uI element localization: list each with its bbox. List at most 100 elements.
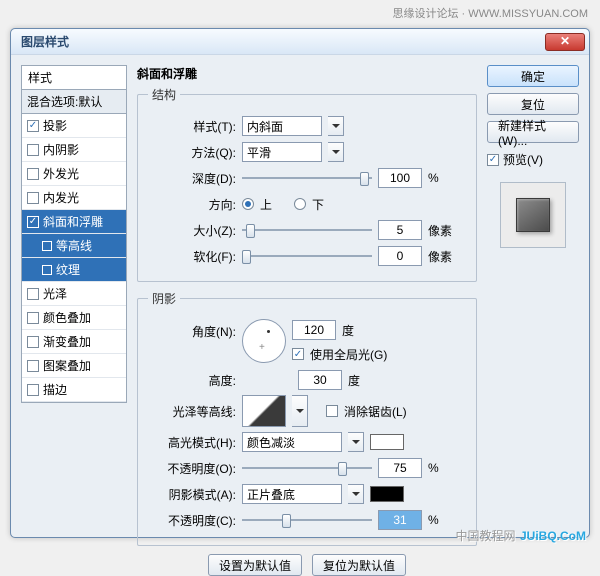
style-checkbox[interactable] [27, 288, 39, 300]
style-select[interactable]: 内斜面 [242, 116, 322, 136]
highlight-color-swatch[interactable] [370, 434, 404, 450]
style-item-1[interactable]: 内阴影 [22, 138, 126, 162]
highlight-mode-select[interactable]: 颜色减淡 [242, 432, 342, 452]
style-checkbox[interactable] [27, 168, 39, 180]
pixel-unit-2: 像素 [428, 248, 452, 265]
settings-panel: 斜面和浮雕 结构 样式(T): 内斜面 方法(Q): 平滑 深度(D): 100 [137, 65, 477, 527]
soften-input[interactable]: 0 [378, 246, 422, 266]
style-checkbox[interactable] [27, 144, 39, 156]
styles-header: 样式 [21, 65, 127, 89]
cancel-button[interactable]: 复位 [487, 93, 579, 115]
sub-icon [42, 241, 52, 251]
percent-unit-3: % [428, 513, 439, 527]
style-item-label: 外发光 [43, 165, 79, 182]
altitude-input[interactable]: 30 [298, 370, 342, 390]
highlight-opacity-slider[interactable] [242, 461, 372, 475]
blend-options-row[interactable]: 混合选项:默认 [22, 90, 126, 114]
style-checkbox[interactable] [27, 312, 39, 324]
style-item-label: 光泽 [43, 285, 67, 302]
gloss-contour-picker[interactable] [242, 395, 286, 427]
angle-input[interactable]: 120 [292, 320, 336, 340]
highlight-opacity-input[interactable]: 75 [378, 458, 422, 478]
style-item-6[interactable]: 纹理 [22, 258, 126, 282]
highlight-mode-dropdown-icon[interactable] [348, 432, 364, 452]
style-item-8[interactable]: 颜色叠加 [22, 306, 126, 330]
sub-icon [42, 265, 52, 275]
style-dropdown-icon[interactable] [328, 116, 344, 136]
shadow-mode-label: 阴影模式(A): [148, 486, 236, 503]
style-checkbox[interactable] [27, 360, 39, 372]
style-item-11[interactable]: 描边 [22, 378, 126, 402]
style-checkbox[interactable] [27, 384, 39, 396]
styles-sidebar: 样式 混合选项:默认 投影内阴影外发光内发光斜面和浮雕等高线纹理光泽颜色叠加渐变… [21, 65, 127, 527]
style-item-0[interactable]: 投影 [22, 114, 126, 138]
style-item-label: 渐变叠加 [43, 333, 91, 350]
close-button[interactable]: ✕ [545, 33, 585, 51]
gloss-dropdown-icon[interactable] [292, 395, 308, 427]
global-light-checkbox[interactable] [292, 348, 304, 360]
style-item-label: 内阴影 [43, 141, 79, 158]
shadow-mode-select[interactable]: 正片叠底 [242, 484, 342, 504]
shadow-opacity-label: 不透明度(C): [148, 512, 236, 529]
degree-unit: 度 [342, 322, 354, 339]
style-item-2[interactable]: 外发光 [22, 162, 126, 186]
preview-label: 预览(V) [503, 151, 543, 168]
direction-down-radio[interactable] [294, 198, 306, 210]
style-item-10[interactable]: 图案叠加 [22, 354, 126, 378]
size-slider[interactable] [242, 223, 372, 237]
style-item-label: 等高线 [56, 237, 92, 254]
direction-up-radio[interactable] [242, 198, 254, 210]
shadow-opacity-slider[interactable] [242, 513, 372, 527]
layer-style-dialog: 图层样式 ✕ 样式 混合选项:默认 投影内阴影外发光内发光斜面和浮雕等高线纹理光… [10, 28, 590, 538]
reset-default-button[interactable]: 复位为默认值 [312, 554, 406, 576]
preview-checkbox[interactable] [487, 154, 499, 166]
titlebar: 图层样式 ✕ [11, 29, 589, 55]
pixel-unit: 像素 [428, 222, 452, 239]
style-item-3[interactable]: 内发光 [22, 186, 126, 210]
depth-slider[interactable] [242, 171, 372, 185]
style-item-4[interactable]: 斜面和浮雕 [22, 210, 126, 234]
angle-label: 角度(N): [148, 319, 236, 340]
soften-slider[interactable] [242, 249, 372, 263]
global-light-label: 使用全局光(G) [310, 346, 387, 363]
panel-title: 斜面和浮雕 [137, 65, 477, 82]
style-item-7[interactable]: 光泽 [22, 282, 126, 306]
style-item-label: 颜色叠加 [43, 309, 91, 326]
direction-label: 方向: [148, 196, 236, 213]
technique-select[interactable]: 平滑 [242, 142, 322, 162]
shadow-color-swatch[interactable] [370, 486, 404, 502]
gloss-contour-label: 光泽等高线: [148, 403, 236, 420]
style-item-label: 描边 [43, 381, 67, 398]
angle-wheel[interactable]: + [242, 319, 286, 363]
dialog-title: 图层样式 [21, 33, 545, 50]
direction-down-label: 下 [312, 196, 324, 213]
make-default-button[interactable]: 设置为默认值 [208, 554, 302, 576]
style-checkbox[interactable] [27, 336, 39, 348]
ok-button[interactable]: 确定 [487, 65, 579, 87]
percent-unit: % [428, 171, 439, 185]
shadow-mode-dropdown-icon[interactable] [348, 484, 364, 504]
depth-label: 深度(D): [148, 170, 236, 187]
antialias-checkbox[interactable] [326, 405, 338, 417]
style-label: 样式(T): [148, 118, 236, 135]
style-checkbox[interactable] [27, 120, 39, 132]
technique-label: 方法(Q): [148, 144, 236, 161]
style-item-9[interactable]: 渐变叠加 [22, 330, 126, 354]
style-item-5[interactable]: 等高线 [22, 234, 126, 258]
percent-unit-2: % [428, 461, 439, 475]
size-input[interactable]: 5 [378, 220, 422, 240]
depth-input[interactable]: 100 [378, 168, 422, 188]
style-item-label: 图案叠加 [43, 357, 91, 374]
antialias-label: 消除锯齿(L) [344, 403, 407, 420]
new-style-button[interactable]: 新建样式(W)... [487, 121, 579, 143]
style-checkbox[interactable] [27, 216, 39, 228]
structure-group: 结构 样式(T): 内斜面 方法(Q): 平滑 深度(D): 100 % [137, 86, 477, 282]
soften-label: 软化(F): [148, 248, 236, 265]
style-item-label: 投影 [43, 117, 67, 134]
style-checkbox[interactable] [27, 192, 39, 204]
size-label: 大小(Z): [148, 222, 236, 239]
action-column: 确定 复位 新建样式(W)... 预览(V) [487, 65, 579, 527]
altitude-label: 高度: [148, 372, 236, 389]
technique-dropdown-icon[interactable] [328, 142, 344, 162]
shadow-opacity-input[interactable]: 31 [378, 510, 422, 530]
